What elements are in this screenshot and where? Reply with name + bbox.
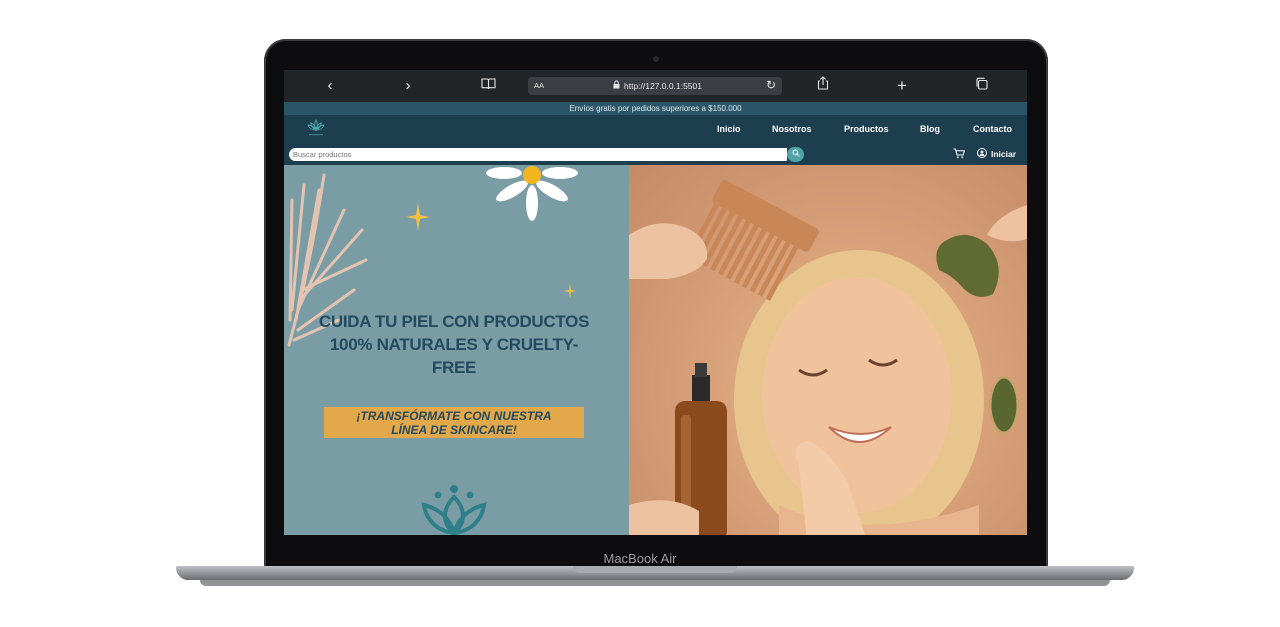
share-icon[interactable] [813, 76, 833, 96]
reload-icon[interactable]: ↻ [766, 78, 776, 92]
browser-toolbar: ‹ › AA http://127.0.0.1:5501 ↻ + [284, 70, 1027, 102]
nav-item-nosotros[interactable]: Nosotros [772, 124, 812, 134]
camera [653, 56, 659, 62]
laptop-base-shadow [200, 580, 1110, 586]
search-bar-row: Iniciar [284, 143, 1027, 165]
promo-banner: Envíos gratis por pedidos superiores a $… [284, 102, 1027, 115]
lotus-logo-decoration [421, 485, 487, 535]
nav-item-inicio[interactable]: Inicio [717, 124, 741, 134]
hero-left-panel: CUIDA TU PIEL CON PRODUCTOS 100% NATURAL… [284, 165, 629, 535]
hero-title: CUIDA TU PIEL CON PRODUCTOS 100% NATURAL… [314, 310, 594, 379]
reader-aa-button[interactable]: AA [534, 81, 544, 90]
nav-item-productos[interactable]: Productos [844, 124, 889, 134]
forward-icon[interactable]: › [398, 76, 418, 96]
hero-photo-woman-skincare [629, 165, 1027, 535]
laptop-notch [573, 566, 737, 573]
login-link[interactable]: Iniciar [991, 149, 1016, 159]
cta-line-1: ¡TRANSFÓRMATE CON NUESTRA [356, 409, 552, 423]
hero-photo-illustration [629, 179, 1027, 535]
daisy-decoration [486, 166, 578, 221]
nav-item-contacto[interactable]: Contacto [973, 124, 1012, 134]
hero-title-line-1: CUIDA TU PIEL CON PRODUCTOS [318, 312, 590, 331]
sparkle-icon [406, 203, 430, 231]
lock-icon [613, 80, 620, 91]
device-label: MacBook Air [603, 551, 677, 566]
hero-banner: CUIDA TU PIEL CON PRODUCTOS 100% NATURAL… [284, 165, 1027, 535]
search-input[interactable] [289, 148, 787, 161]
brand-logo[interactable] [303, 118, 329, 140]
browser-screen: ‹ › AA http://127.0.0.1:5501 ↻ + Envíos … [284, 70, 1027, 535]
search-button[interactable] [787, 147, 804, 162]
nav-item-blog[interactable]: Blog [920, 124, 940, 134]
new-tab-icon[interactable]: + [892, 76, 912, 96]
url-text: http://127.0.0.1:5501 [624, 81, 702, 91]
tabs-icon[interactable] [971, 76, 991, 96]
book-icon[interactable] [478, 76, 498, 96]
user-icon[interactable] [977, 148, 987, 158]
hero-title-line-2: 100% NATURALES Y CRUELTY-FREE [329, 335, 579, 377]
cta-line-2: LÍNEA DE SKINCARE! [391, 423, 517, 437]
hero-cta-button[interactable]: ¡TRANSFÓRMATE CON NUESTRA LÍNEA DE SKINC… [324, 407, 584, 438]
search-icon [792, 149, 800, 157]
cart-icon[interactable] [953, 148, 966, 162]
back-icon[interactable]: ‹ [320, 76, 340, 96]
address-bar[interactable]: AA http://127.0.0.1:5501 ↻ [528, 77, 782, 95]
small-sparkle-icon [563, 283, 577, 299]
main-nav: Inicio Nosotros Productos Blog Contacto [284, 115, 1027, 143]
